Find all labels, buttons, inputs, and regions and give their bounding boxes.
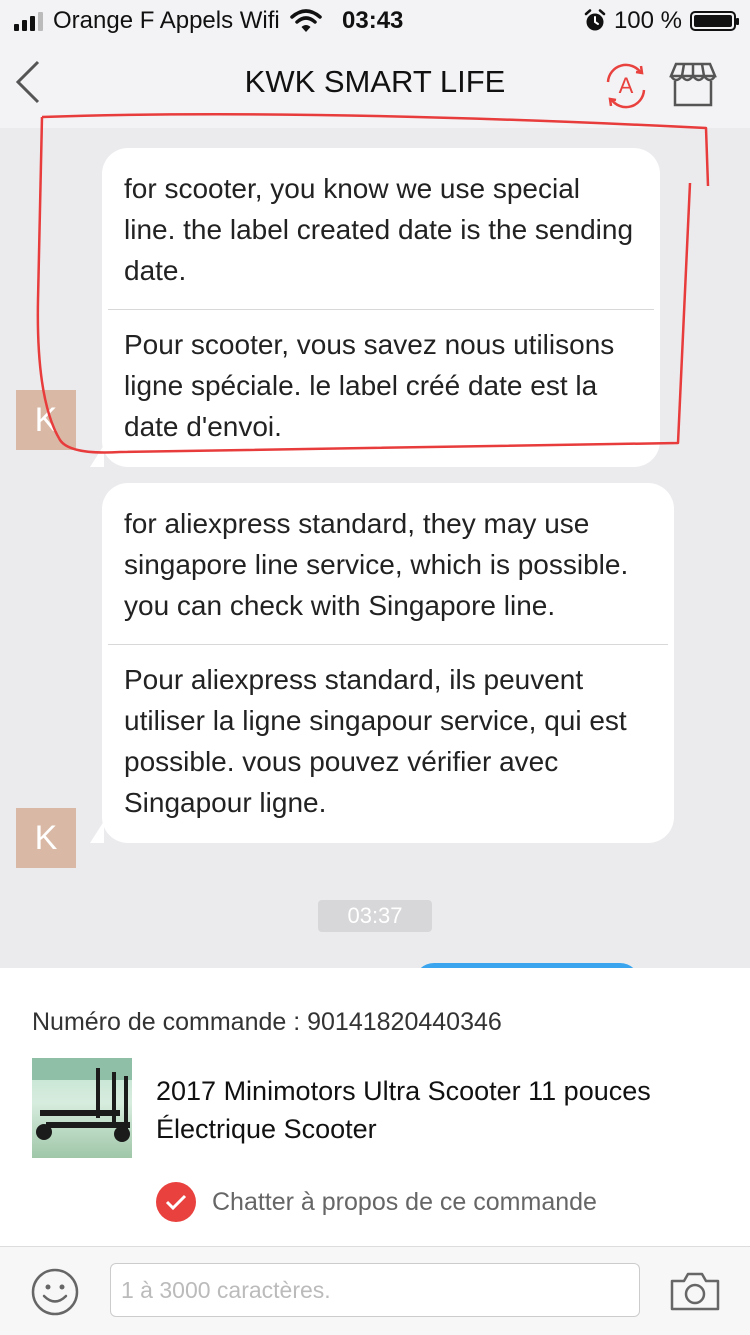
- status-left: Orange F Appels Wifi: [14, 7, 322, 35]
- message-text: for scooter, you know we use special lin…: [124, 173, 634, 286]
- status-right: 100 %: [584, 7, 739, 35]
- status-time: 03:43: [342, 7, 404, 34]
- store-icon[interactable]: [668, 62, 718, 108]
- message-original: for scooter, you know we use special lin…: [124, 148, 638, 309]
- message-input[interactable]: [110, 1263, 640, 1317]
- translate-badge: A: [618, 73, 634, 98]
- camera-icon[interactable]: [668, 1269, 722, 1313]
- timestamp: 03:37: [318, 900, 432, 932]
- message-text: for aliexpress standard, they may use si…: [124, 508, 629, 621]
- battery-percent: 100 %: [613, 7, 682, 34]
- bubble-tail: [90, 821, 104, 843]
- product-thumbnail[interactable]: [32, 1058, 132, 1158]
- check-icon: [156, 1182, 196, 1222]
- chat-about-order-toggle[interactable]: Chatter à propos de ce commande: [156, 1182, 597, 1222]
- message-translation: Pour scooter, vous savez nous utilisons …: [108, 309, 654, 467]
- message-original: for aliexpress standard, they may use si…: [124, 483, 652, 644]
- order-card: Numéro de commande : 90141820440346 2017…: [0, 968, 750, 1246]
- carrier-label: Orange F Appels Wifi: [53, 7, 280, 34]
- alarm-icon: [584, 9, 606, 31]
- translation-text: Pour scooter, vous savez nous utilisons …: [124, 329, 615, 442]
- order-number: Numéro de commande : 90141820440346: [32, 1008, 502, 1036]
- message-bubble: for scooter, you know we use special lin…: [90, 148, 660, 467]
- product-name[interactable]: 2017 Minimotors Ultra Scooter 11 pouces …: [156, 1072, 716, 1148]
- avatar[interactable]: K: [16, 808, 76, 868]
- translation-text: Pour aliexpress standard, ils peuvent ut…: [124, 664, 627, 818]
- signal-icon: [14, 11, 43, 31]
- message-translation: Pour aliexpress standard, ils peuvent ut…: [108, 644, 668, 843]
- avatar[interactable]: K: [16, 390, 76, 450]
- message-composer: [0, 1246, 750, 1335]
- battery-icon: [690, 11, 739, 31]
- status-bar: Orange F Appels Wifi 03:43 100 %: [0, 0, 750, 40]
- translate-button[interactable]: A: [600, 60, 652, 112]
- message-bubble: for aliexpress standard, they may use si…: [90, 483, 674, 843]
- nav-bar: KWK SMART LIFE A: [0, 40, 750, 128]
- emoji-icon[interactable]: [30, 1267, 80, 1317]
- bubble-tail: [90, 445, 104, 467]
- chat-about-label: Chatter à propos de ce commande: [212, 1187, 597, 1216]
- chat-area[interactable]: for scooter, you know we use special lin…: [0, 128, 750, 968]
- wifi-icon: [290, 9, 322, 32]
